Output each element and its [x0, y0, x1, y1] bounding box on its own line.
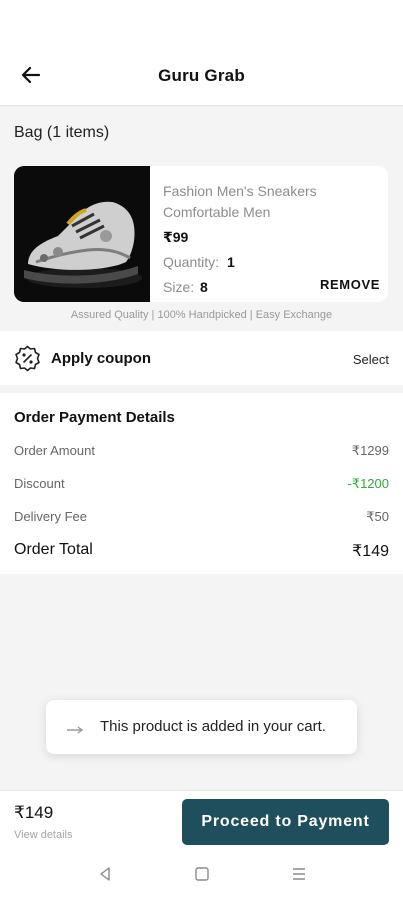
apply-coupon-label: Apply coupon: [51, 350, 151, 367]
app-header: Guru Grab: [0, 0, 403, 106]
nav-back-icon[interactable]: [95, 864, 115, 884]
order-total-label: Order Total: [14, 541, 93, 558]
delivery-fee-value: ₹50: [366, 509, 389, 524]
order-total-value: ₹149: [352, 543, 389, 560]
quantity-value: 1: [227, 254, 235, 270]
size-value: 8: [200, 279, 208, 295]
footer-total-price: ₹149: [14, 803, 54, 822]
assurance-text: Assured Quality | 100% Handpicked | Easy…: [70, 309, 333, 321]
quantity-row: Quantity: 1: [163, 254, 235, 270]
payment-title: Order Payment Details: [14, 409, 175, 426]
toast-message: This product is added in your cart.: [100, 718, 326, 735]
size-label: Size:: [163, 279, 195, 295]
arrow-icon: [66, 722, 84, 734]
proceed-to-payment-button[interactable]: Proceed to Payment: [182, 799, 389, 845]
apply-coupon-row[interactable]: Apply coupon Select: [0, 331, 403, 385]
delivery-fee-label: Delivery Fee: [14, 509, 87, 524]
checkout-footer: ₹149 View details Proceed to Payment: [0, 790, 403, 848]
select-coupon-button[interactable]: Select: [353, 352, 389, 367]
size-row: Size: 8: [163, 279, 208, 295]
order-payment-details: Order Payment Details Order Amount ₹1299…: [0, 393, 403, 574]
nav-menu-icon[interactable]: [289, 864, 309, 884]
nav-home-icon[interactable]: [192, 864, 212, 884]
bag-title: Bag (1 items): [14, 124, 110, 141]
percent-badge-icon: [14, 345, 41, 372]
discount-value: -₹1200: [347, 476, 389, 491]
system-navigation-bar: [0, 848, 403, 900]
cart-item-card: Fashion Men's Sneakers Comfortable Men ₹…: [14, 166, 388, 302]
discount-label: Discount: [14, 476, 65, 491]
product-price: ₹99: [163, 229, 189, 245]
quantity-label: Quantity:: [163, 254, 220, 270]
cart-toast: This product is added in your cart.: [46, 700, 357, 754]
view-details-link[interactable]: View details: [14, 829, 73, 841]
page-title: Guru Grab: [158, 66, 245, 85]
order-amount-value: ₹1299: [351, 443, 389, 458]
remove-button[interactable]: REMOVE: [320, 277, 380, 292]
product-name[interactable]: Fashion Men's Sneakers Comfortable Men: [163, 181, 378, 223]
order-amount-label: Order Amount: [14, 443, 95, 458]
sneaker-image[interactable]: [14, 166, 150, 302]
